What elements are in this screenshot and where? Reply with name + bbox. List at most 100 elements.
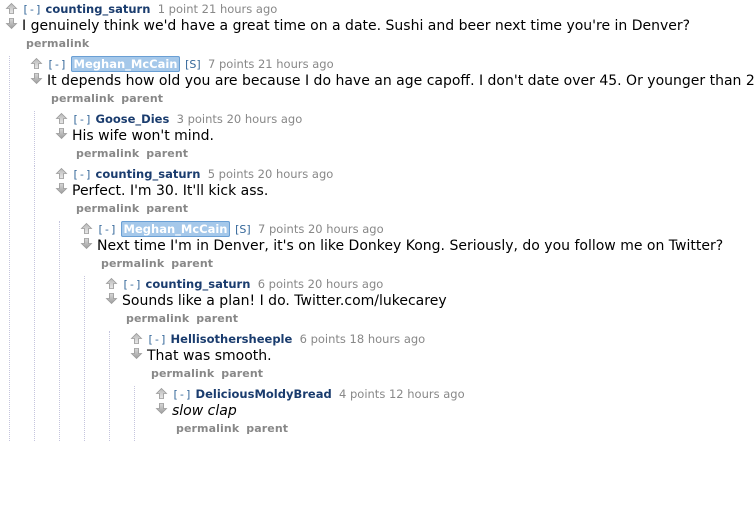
comment-c8: [-] DeliciousMoldyBread 4 points 12 hour… (129, 386, 754, 441)
upvote-arrow-icon[interactable] (55, 167, 68, 180)
permalink-link[interactable]: permalink (76, 202, 139, 215)
vote-controls[interactable] (129, 332, 145, 364)
comment-tagline: [-] Hellisothersheeple 6 points 18 hours… (147, 332, 754, 347)
comment-tagline: [-] counting_saturn 5 points 20 hours ag… (72, 167, 754, 182)
comment-text: It depends how old you are because I do … (47, 73, 754, 89)
child-comments: [-] Goose_Dies 3 points 20 hours ago His … (29, 111, 754, 441)
parent-link[interactable]: parent (171, 257, 213, 270)
comment-actions: permalink (22, 35, 754, 56)
vote-controls[interactable] (79, 222, 95, 254)
parent-link[interactable]: parent (196, 312, 238, 325)
comment-score-and-age: 3 points 20 hours ago (169, 112, 303, 126)
comment-text: Perfect. I'm 30. It'll kick ass. (72, 183, 269, 199)
comment-author-link[interactable]: Hellisothersheeple (171, 332, 293, 346)
comment-tagline: [-] Meghan_McCain [S] 7 points 20 hours … (97, 221, 754, 237)
comment-actions: permalink parent (97, 255, 754, 276)
permalink-link[interactable]: permalink (101, 257, 164, 270)
permalink-link[interactable]: permalink (76, 147, 139, 160)
upvote-arrow-icon[interactable] (105, 277, 118, 290)
comment-author-link[interactable]: Meghan_McCain (120, 221, 231, 237)
comment-score-and-age: 4 points 12 hours ago (331, 387, 465, 401)
child-comments: [-] Meghan_McCain [S] 7 points 20 hours … (54, 221, 754, 441)
comment-content: [-] counting_saturn 5 points 20 hours ag… (54, 166, 754, 221)
comment-content: [-] Meghan_McCain [S] 7 points 21 hours … (29, 56, 754, 111)
upvote-arrow-icon[interactable] (5, 2, 18, 15)
child-comments: [-] Meghan_McCain [S] 7 points 21 hours … (4, 56, 754, 441)
downvote-arrow-icon[interactable] (155, 402, 168, 415)
collapse-toggle[interactable]: [-] (97, 223, 117, 236)
upvote-arrow-icon[interactable] (55, 112, 68, 125)
comment-tagline: [-] Meghan_McCain [S] 7 points 21 hours … (47, 56, 754, 72)
comment-author-link[interactable]: counting_saturn (146, 277, 251, 291)
comment-score-and-age: 7 points 21 hours ago (200, 57, 334, 71)
collapse-toggle[interactable]: [-] (72, 168, 92, 181)
collapse-toggle[interactable]: [-] (47, 58, 67, 71)
comment-c3: [-] Goose_Dies 3 points 20 hours ago His … (29, 111, 754, 166)
comment-text: That was smooth. (147, 348, 272, 364)
comment-content: [-] counting_saturn 6 points 20 hours ag… (104, 276, 754, 331)
comment-actions: permalink parent (47, 90, 754, 111)
comment-actions: permalink parent (172, 420, 754, 441)
comment-c1: [-] counting_saturn 1 point 21 hours ago… (0, 1, 754, 441)
comment-actions: permalink parent (122, 310, 754, 331)
comment-score-and-age: 6 points 20 hours ago (250, 277, 384, 291)
child-comments: [-] counting_saturn 6 points 20 hours ag… (79, 276, 754, 441)
upvote-arrow-icon[interactable] (155, 387, 168, 400)
vote-controls[interactable] (4, 2, 20, 34)
comment-text: His wife won't mind. (72, 128, 214, 144)
downvote-arrow-icon[interactable] (30, 72, 43, 85)
vote-controls[interactable] (29, 57, 45, 89)
permalink-link[interactable]: permalink (26, 37, 89, 50)
downvote-arrow-icon[interactable] (130, 347, 143, 360)
permalink-link[interactable]: permalink (151, 367, 214, 380)
comment-tagline: [-] DeliciousMoldyBread 4 points 12 hour… (172, 387, 754, 402)
vote-controls[interactable] (54, 167, 70, 199)
comment-author-link[interactable]: Meghan_McCain (70, 56, 181, 72)
downvote-arrow-icon[interactable] (80, 237, 93, 250)
comment-content: [-] Meghan_McCain [S] 7 points 20 hours … (79, 221, 754, 276)
comment-actions: permalink parent (147, 365, 754, 386)
permalink-link[interactable]: permalink (176, 422, 239, 435)
submitter-tag[interactable]: [S] (235, 223, 251, 236)
comment-author-link[interactable]: counting_saturn (46, 2, 151, 16)
comment-text: slow clap (172, 403, 237, 419)
parent-link[interactable]: parent (146, 147, 188, 160)
downvote-arrow-icon[interactable] (105, 292, 118, 305)
comment-author-link[interactable]: DeliciousMoldyBread (196, 387, 332, 401)
comment-c7: [-] Hellisothersheeple 6 points 18 hours… (104, 331, 754, 441)
collapse-toggle[interactable]: [-] (172, 388, 192, 401)
collapse-toggle[interactable]: [-] (22, 3, 42, 16)
collapse-toggle[interactable]: [-] (122, 278, 142, 291)
upvote-arrow-icon[interactable] (30, 57, 43, 70)
permalink-link[interactable]: permalink (126, 312, 189, 325)
upvote-arrow-icon[interactable] (130, 332, 143, 345)
comment-author-link[interactable]: Goose_Dies (96, 112, 170, 126)
comment-content: [-] counting_saturn 1 point 21 hours ago… (4, 1, 754, 56)
collapse-toggle[interactable]: [-] (147, 333, 167, 346)
parent-link[interactable]: parent (121, 92, 163, 105)
child-comments: [-] Hellisothersheeple 6 points 18 hours… (104, 331, 754, 441)
downvote-arrow-icon[interactable] (55, 127, 68, 140)
comment-text: I genuinely think we'd have a great time… (22, 18, 691, 34)
comment-score-and-age: 5 points 20 hours ago (200, 167, 334, 181)
comment-thread: [-] counting_saturn 1 point 21 hours ago… (0, 0, 754, 441)
downvote-arrow-icon[interactable] (5, 17, 18, 30)
comment-c4: [-] counting_saturn 5 points 20 hours ag… (29, 166, 754, 441)
parent-link[interactable]: parent (246, 422, 288, 435)
vote-controls[interactable] (54, 112, 70, 144)
comment-c5: [-] Meghan_McCain [S] 7 points 20 hours … (54, 221, 754, 441)
parent-link[interactable]: parent (221, 367, 263, 380)
vote-controls[interactable] (154, 387, 170, 419)
vote-controls[interactable] (104, 277, 120, 309)
parent-link[interactable]: parent (146, 202, 188, 215)
permalink-link[interactable]: permalink (51, 92, 114, 105)
comment-actions: permalink parent (72, 200, 754, 221)
collapse-toggle[interactable]: [-] (72, 113, 92, 126)
submitter-tag[interactable]: [S] (185, 58, 201, 71)
comment-tagline: [-] Goose_Dies 3 points 20 hours ago (72, 112, 754, 127)
downvote-arrow-icon[interactable] (55, 182, 68, 195)
comment-author-link[interactable]: counting_saturn (96, 167, 201, 181)
comment-score-and-age: 7 points 20 hours ago (250, 222, 384, 236)
upvote-arrow-icon[interactable] (80, 222, 93, 235)
child-comments: [-] DeliciousMoldyBread 4 points 12 hour… (129, 386, 754, 441)
